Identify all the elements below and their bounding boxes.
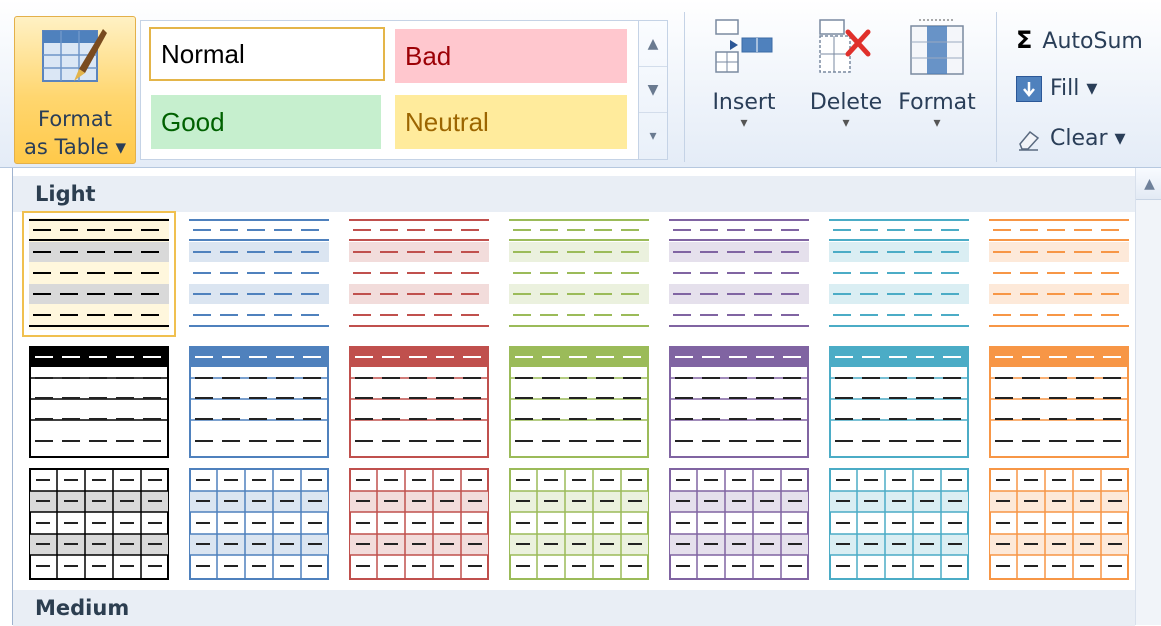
cell-styles-scrollbar[interactable]: ▲ ▼ ▾ — [638, 20, 668, 160]
table-style-light-grid-4[interactable] — [509, 468, 649, 580]
format-button[interactable]: Format ▾ — [894, 14, 980, 131]
scroll-up-icon[interactable]: ▲ — [639, 21, 667, 67]
scroll-down-icon[interactable]: ▼ — [639, 67, 667, 113]
table-style-light-grid-1[interactable] — [29, 468, 169, 580]
insert-dropdown-icon: ▾ — [740, 115, 748, 131]
delete-button[interactable]: Delete ▾ — [800, 14, 892, 131]
table-style-light-banded-5[interactable] — [669, 218, 809, 330]
table-style-light-grid-3[interactable] — [349, 468, 489, 580]
table-styles-gallery: Light Medium ▲ — [12, 168, 1161, 626]
table-style-light-banded-1[interactable] — [22, 211, 176, 337]
table-style-light-grid-6[interactable] — [829, 468, 969, 580]
ribbon: Format as Table ▾ Normal Bad Good Neutra… — [0, 0, 1161, 168]
delete-label: Delete — [809, 90, 883, 115]
autosum-button[interactable]: Σ AutoSum — [1016, 26, 1143, 54]
table-style-light-banded-4[interactable] — [509, 218, 649, 330]
cell-style-good[interactable]: Good — [151, 95, 381, 149]
insert-label: Insert — [712, 90, 776, 115]
autosum-label: AutoSum — [1042, 29, 1143, 54]
fill-label: Fill ▾ — [1050, 76, 1098, 101]
insert-button[interactable]: Insert ▾ — [702, 14, 786, 131]
table-style-light-banded-2[interactable] — [189, 218, 329, 330]
more-styles-icon[interactable]: ▾ — [639, 113, 667, 159]
table-style-light-header-5[interactable] — [669, 346, 809, 458]
group-separator — [996, 12, 997, 162]
section-header-medium: Medium — [13, 590, 1135, 626]
format-cells-icon — [910, 19, 964, 75]
table-style-light-header-6[interactable] — [829, 346, 969, 458]
insert-cells-icon — [715, 19, 773, 73]
group-separator — [684, 12, 685, 162]
delete-dropdown-icon: ▾ — [842, 115, 850, 131]
table-style-light-header-3[interactable] — [349, 346, 489, 458]
table-style-light-banded-6[interactable] — [829, 218, 969, 330]
format-as-table-icon — [41, 25, 109, 99]
clear-button[interactable]: Clear ▾ — [1016, 126, 1126, 152]
table-style-light-header-1[interactable] — [29, 346, 169, 458]
table-style-light-header-2[interactable] — [189, 346, 329, 458]
cell-style-neutral[interactable]: Neutral — [395, 95, 627, 149]
format-dropdown-icon: ▾ — [933, 115, 941, 131]
cell-styles-gallery: Normal Bad Good Neutral — [140, 20, 640, 160]
table-style-light-grid-2[interactable] — [189, 468, 329, 580]
table-style-light-banded-7[interactable] — [989, 218, 1129, 330]
gallery-scrollbar[interactable]: ▲ — [1135, 168, 1161, 625]
table-style-light-grid-7[interactable] — [989, 468, 1129, 580]
table-style-light-header-4[interactable] — [509, 346, 649, 458]
table-style-light-header-7[interactable] — [989, 346, 1129, 458]
section-header-light: Light — [13, 176, 1135, 212]
fill-down-icon — [1016, 76, 1042, 102]
fill-button[interactable]: Fill ▾ — [1016, 76, 1097, 102]
cell-style-normal[interactable]: Normal — [149, 27, 385, 81]
delete-cells-icon — [819, 19, 871, 73]
format-label: Format — [898, 90, 976, 115]
table-style-light-grid-5[interactable] — [669, 468, 809, 580]
eraser-icon — [1016, 126, 1042, 152]
table-style-light-banded-3[interactable] — [349, 218, 489, 330]
sigma-icon: Σ — [1016, 26, 1033, 54]
clear-label: Clear ▾ — [1050, 126, 1126, 151]
cell-style-bad[interactable]: Bad — [395, 29, 627, 83]
format-as-table-label-2: as Table ▾ — [23, 135, 126, 159]
scroll-up-icon[interactable]: ▲ — [1136, 168, 1161, 200]
format-as-table-label: Format — [37, 107, 112, 131]
format-as-table-button[interactable]: Format as Table ▾ — [14, 16, 136, 164]
